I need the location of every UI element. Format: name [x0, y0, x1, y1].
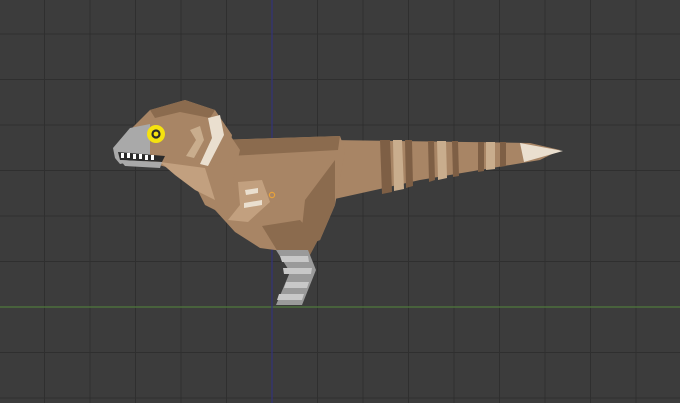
3d-viewport[interactable] — [0, 0, 680, 403]
dino-eye-icon — [147, 125, 165, 143]
viewport-scene[interactable] — [0, 0, 680, 403]
viewport-grid — [0, 0, 680, 403]
